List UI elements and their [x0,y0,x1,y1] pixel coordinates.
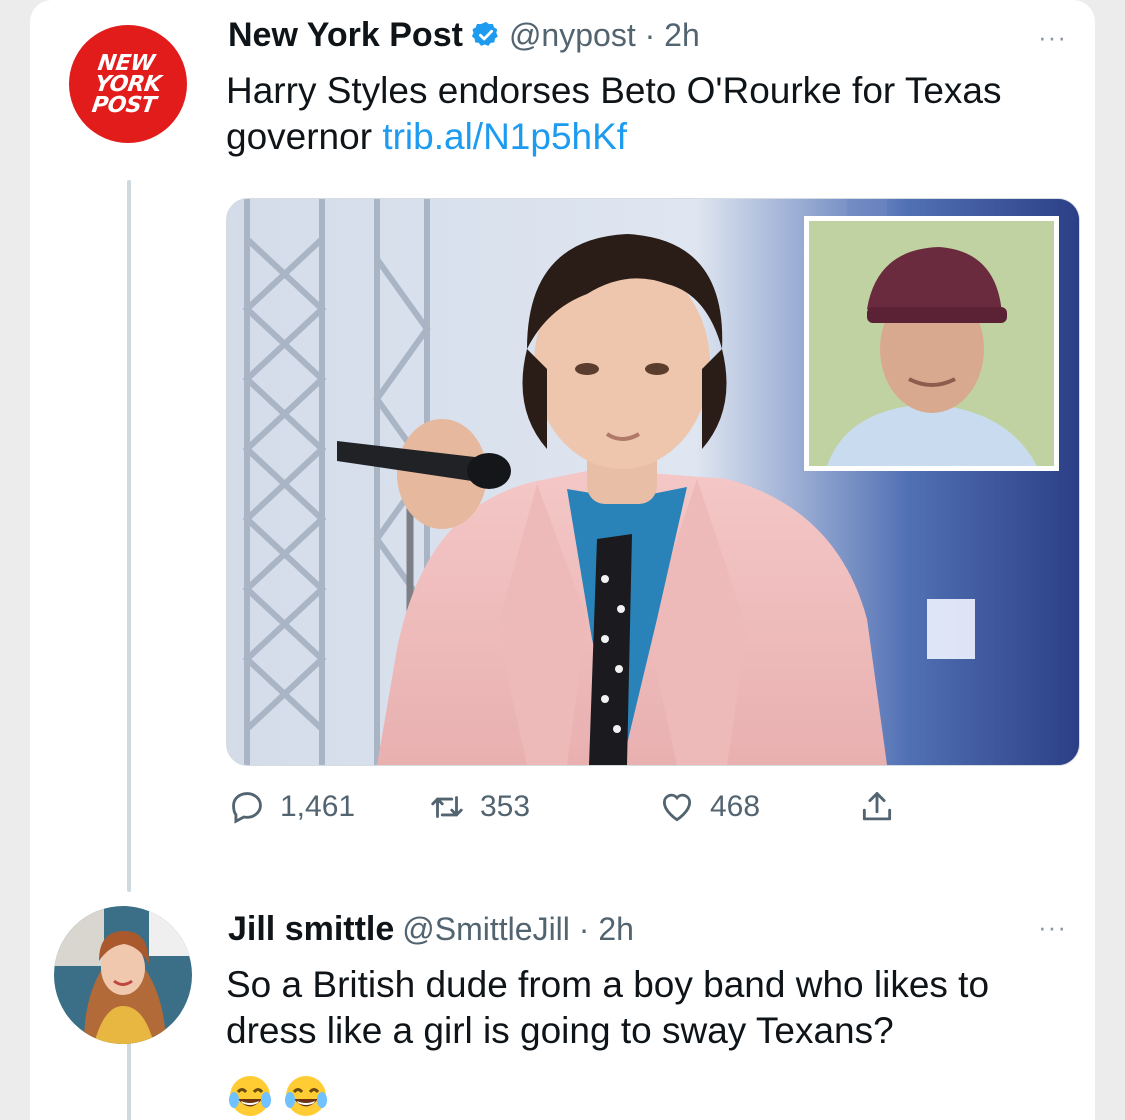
share-icon [862,792,892,821]
tweet-text: Harry Styles endorses Beto O'Rourke for … [226,68,1046,160]
like-count: 468 [710,790,761,823]
reply-header: Jill smittle @SmittleJill · 2h [228,908,634,950]
more-icon[interactable]: ··· [1038,24,1067,50]
like-action[interactable]: 468 [658,788,760,826]
tears-of-joy-icon [229,1076,271,1116]
avatar-jill[interactable] [54,906,192,1044]
tweet-actions: 1,461 353 468 [228,788,948,832]
reply-icon [232,792,262,824]
verified-icon [471,21,498,46]
like-icon [662,793,692,822]
thread-connector [127,180,131,892]
reply-text: So a British dude from a boy band who li… [226,964,990,1051]
thread-connector-lower [127,1040,131,1120]
retweet-count: 353 [480,790,531,823]
author-name[interactable]: New York Post [228,16,463,55]
tears-of-joy-icon [285,1076,327,1116]
retweet-action[interactable]: 353 [428,788,530,826]
share-action[interactable] [858,788,896,826]
reply-emoji-row [226,1072,330,1120]
reply-action[interactable]: 1,461 [228,788,355,826]
avatar-photo [54,906,192,1044]
reply-author-name[interactable]: Jill smittle [228,910,394,949]
retweet-icon [431,796,463,818]
photo-illustration [227,199,1079,765]
reply-count: 1,461 [280,790,356,823]
tweet-header: New York Post @nypost · 2h [228,14,700,56]
author-handle-time: @nypost · 2h [508,16,700,53]
tweet-link[interactable]: trib.al/N1p5hKf [382,116,627,157]
avatar-nypost[interactable]: NEW YORK POST [69,25,187,143]
nypost-logo: NEW YORK POST [90,50,163,118]
tweet-media-photo[interactable] [226,198,1080,766]
reply-more-icon[interactable]: ··· [1038,914,1067,940]
reply-handle-time: @SmittleJill · 2h [402,910,634,947]
